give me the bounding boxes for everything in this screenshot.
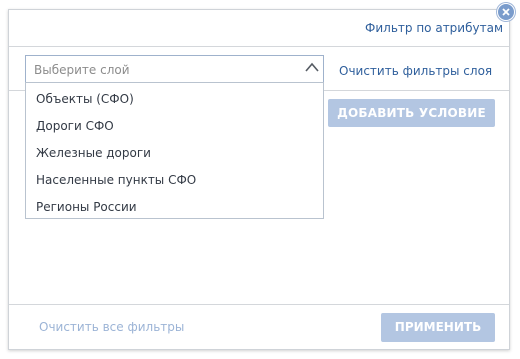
close-button[interactable] — [497, 3, 515, 21]
chevron-up-icon[interactable] — [303, 60, 321, 74]
layer-option[interactable]: Дороги СФО — [26, 113, 323, 140]
add-condition-button[interactable]: ДОБАВИТЬ УСЛОВИЕ — [328, 99, 495, 127]
attribute-filter-dialog: Фильтр по атрибутам Выберите слой Очисти… — [8, 9, 510, 350]
layer-dropdown-list: Объекты (СФО) Дороги СФО Железные дороги… — [25, 82, 324, 219]
dialog-title: Фильтр по атрибутам — [365, 21, 503, 35]
close-icon — [502, 8, 510, 16]
layer-select[interactable]: Выберите слой — [25, 55, 324, 84]
layer-select-placeholder: Выберите слой — [34, 63, 130, 77]
layer-option[interactable]: Железные дороги — [26, 140, 323, 167]
layer-option[interactable]: Объекты (СФО) — [26, 86, 323, 113]
dialog-footer: Очистить все фильтры ПРИМЕНИТЬ — [9, 304, 509, 349]
dialog-header: Фильтр по атрибутам — [9, 10, 509, 47]
layer-option[interactable]: Регионы России — [26, 194, 323, 221]
layer-option[interactable]: Населенные пункты СФО — [26, 167, 323, 194]
apply-button[interactable]: ПРИМЕНИТЬ — [381, 313, 495, 342]
clear-layer-filters-link[interactable]: Очистить фильтры слоя — [339, 64, 492, 78]
clear-all-filters-link[interactable]: Очистить все фильтры — [39, 320, 184, 334]
